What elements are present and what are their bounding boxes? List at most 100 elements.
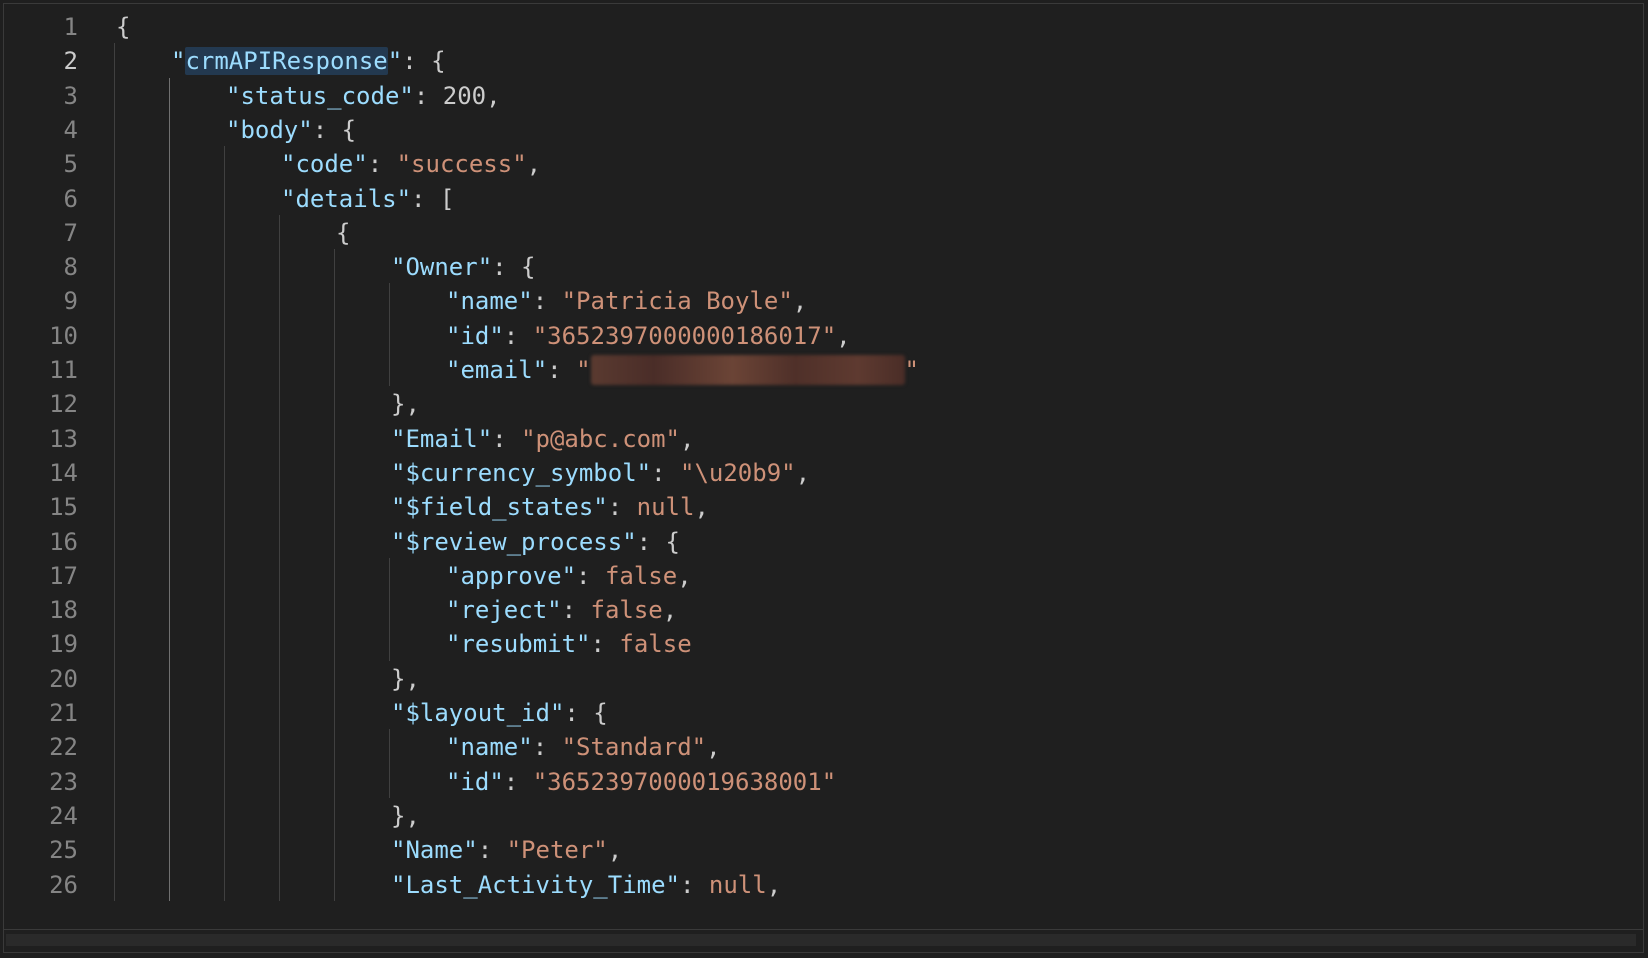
code-line[interactable]: 23 "id": "3652397000019638001" [4,764,1643,800]
line-code: }, [391,661,420,697]
punctuation: : { [402,47,446,76]
json-key: "Email" [391,424,493,453]
punctuation: : [477,836,507,865]
line-code: "email": " " [446,352,919,388]
line-number: 26 [49,870,78,899]
code-line[interactable]: 21 "$layout_id": { [4,695,1643,731]
code-line[interactable]: 11 "email": " " [4,352,1643,388]
line-code: "Name": "Peter", [391,832,622,868]
indent-guide [389,729,390,798]
punctuation: , [836,321,851,350]
line-number: 20 [49,664,78,693]
line-number: 23 [49,767,78,796]
code-line[interactable]: 20}, [4,661,1643,697]
code-line[interactable]: 13 "Email": "p@abc.com", [4,421,1643,457]
scrollbar-thumb[interactable] [6,934,1636,946]
code-line[interactable]: 14 "$currency_symbol": "\u20b9", [4,455,1643,491]
json-literal: false [590,596,663,625]
json-string: "success" [396,150,527,179]
code-line[interactable]: 10 "id": "3652397000000186017", [4,318,1643,354]
json-key: "status_code" [226,81,414,110]
code-line[interactable]: 17 "approve": false, [4,558,1643,594]
punctuation: : { [636,527,680,556]
json-literal: null [708,870,767,899]
line-code: "$review_process": { [391,524,680,560]
punctuation: : [367,150,397,179]
line-number: 8 [63,253,78,282]
punctuation: { [116,13,131,41]
punctuation: : [590,630,620,659]
punctuation: : { [312,115,357,144]
json-string: "Standard" [561,733,707,762]
json-string: " [904,356,919,384]
line-code: "crmAPIResponse": { [171,43,446,79]
punctuation: , [766,870,782,899]
indent-guide [389,557,390,661]
code-line[interactable]: 19 "resubmit": false [4,626,1643,662]
code-line[interactable]: 1{ [4,9,1643,45]
code-line[interactable]: 22 "name": "Standard", [4,729,1643,765]
line-number: 4 [63,115,78,144]
code-line[interactable]: 24}, [4,798,1643,834]
json-string: "3652397000019638001" [532,767,837,796]
json-key: "name" [446,733,533,762]
json-key: "code" [281,150,368,179]
code-line[interactable]: 7{ [4,215,1643,251]
code-line[interactable]: 2 "crmAPIResponse": { [4,43,1643,79]
json-string: "\u20b9" [680,458,796,487]
horizontal-scrollbar[interactable] [4,929,1643,952]
punctuation: : [413,81,443,110]
line-code: "details": [ [281,181,454,217]
line-number: 24 [49,801,78,830]
code-line[interactable]: 8 "Owner": { [4,249,1643,285]
json-key: "id" [446,767,504,796]
code-line[interactable]: 3 "status_code": 200, [4,78,1643,114]
line-number: 9 [63,287,78,316]
code-line[interactable]: 16 "$review_process": { [4,524,1643,560]
punctuation: , [694,493,709,522]
json-string: "p@abc.com" [521,424,681,453]
line-code: }, [391,798,420,834]
code-line[interactable]: 9 "name": "Patricia Boyle", [4,283,1643,319]
json-key: "$field_states" [391,493,608,522]
code-line[interactable]: 4 "body": { [4,112,1643,148]
punctuation: : [679,870,709,899]
line-code: "Email": "p@abc.com", [391,421,694,457]
code-line[interactable]: 5 "code": "success", [4,146,1643,182]
line-number: 2 [63,47,78,76]
line-code: "resubmit": false [446,626,692,662]
punctuation: : [532,287,562,316]
line-code: "code": "success", [281,146,541,182]
line-code: "id": "3652397000000186017", [446,318,851,354]
code-line[interactable]: 15 "$field_states": null, [4,489,1643,525]
line-code: "name": "Patricia Boyle", [446,283,807,319]
json-key: "$layout_id" [391,699,565,727]
line-number: 11 [49,356,78,384]
json-key: "resubmit" [446,630,591,659]
json-string: "Peter" [506,836,608,865]
punctuation: : [561,596,591,625]
punctuation: : [532,733,562,762]
json-key: "email" [446,356,548,384]
code-editor[interactable]: 1{2 "crmAPIResponse": {3 "status_code": 20… [3,3,1644,953]
json-literal: false [604,561,678,590]
indent-guide [389,283,390,387]
line-number: 13 [49,424,78,453]
code-line[interactable]: 26 "Last_Activity_Time": null, [4,867,1643,903]
punctuation: , [677,561,692,590]
line-number: 12 [49,390,78,419]
json-key: "Name" [391,836,478,865]
code-line[interactable]: 6 "details": [ [4,181,1643,217]
code-line[interactable]: 25 "Name": "Peter", [4,832,1643,868]
json-key: crmAPIResponse [185,47,388,76]
json-string: "Patricia Boyle" [561,287,793,316]
punctuation: : [503,767,533,796]
line-code: "approve": false, [446,558,692,594]
json-string: " [576,356,591,384]
json-key: "approve" [446,561,577,590]
code-area[interactable]: 1{2 "crmAPIResponse": {3 "status_code": 20… [4,8,1643,932]
redacted-value [590,354,905,385]
json-key: "$review_process" [391,527,637,556]
code-line[interactable]: 18 "reject": false, [4,592,1643,628]
code-line[interactable]: 12}, [4,386,1643,422]
